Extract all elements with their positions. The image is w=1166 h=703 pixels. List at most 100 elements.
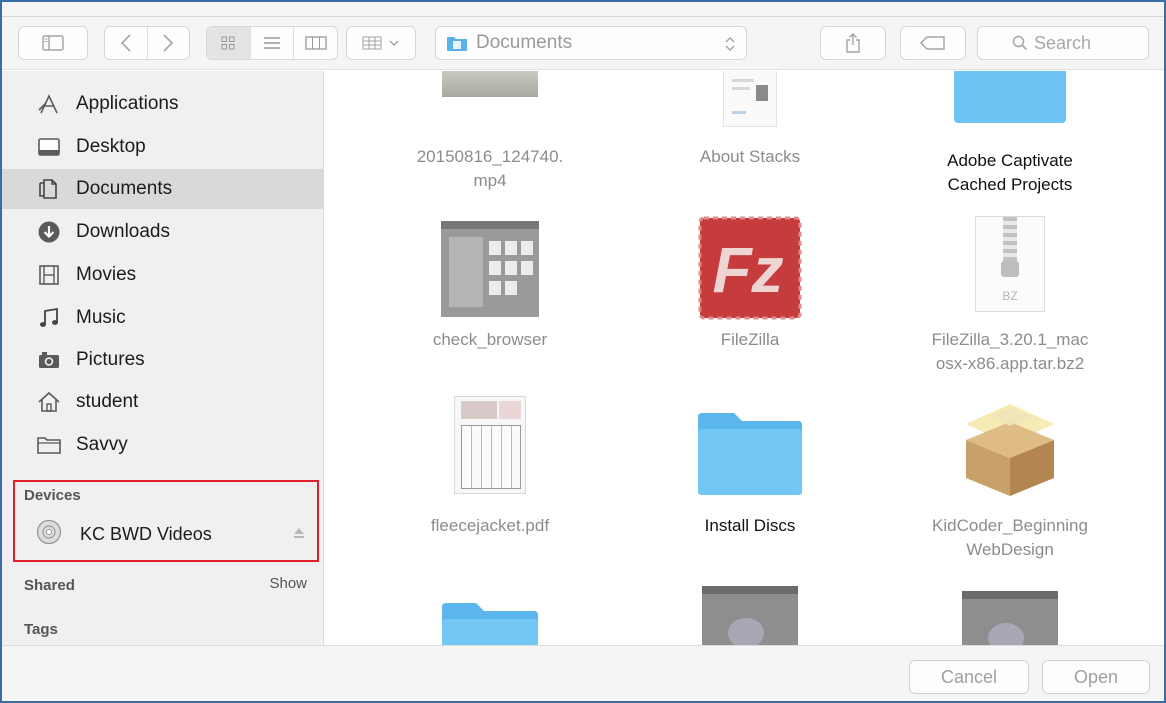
- video-thumbnail-icon: [650, 586, 850, 645]
- file-item[interactable]: Fz FileZilla: [650, 216, 850, 366]
- svg-text:Fz: Fz: [712, 234, 783, 306]
- sidebar-item-label: Downloads: [76, 221, 170, 242]
- zip-archive-icon: BZ: [910, 216, 1110, 312]
- grid-icon: [221, 36, 235, 50]
- file-name: fleecejacket.pdf: [430, 516, 550, 535]
- sidebar-item-student[interactable]: student: [2, 382, 324, 422]
- documents-folder-icon: [447, 37, 467, 51]
- list-icon: [264, 37, 280, 49]
- sidebar-item-label: Pictures: [76, 349, 145, 370]
- file-item[interactable]: [910, 591, 1110, 645]
- file-name: KidCoder_Beginning: [932, 516, 1088, 535]
- chevron-left-icon: [120, 34, 131, 52]
- shared-show-link[interactable]: Show: [269, 575, 307, 592]
- file-name: FileZilla: [720, 330, 780, 349]
- open-file-dialog: Documents Search Applications Desktop Do…: [0, 0, 1166, 703]
- file-item[interactable]: [650, 586, 850, 645]
- video-thumbnail-icon: [910, 591, 1110, 645]
- tag-icon: [920, 36, 945, 50]
- forward-button[interactable]: [148, 27, 190, 59]
- sidebar-item-label: student: [76, 391, 139, 412]
- column-view-button[interactable]: [294, 27, 337, 59]
- sidebar-toggle-button[interactable]: [18, 26, 88, 60]
- file-item[interactable]: Install Discs: [650, 396, 850, 546]
- disc-icon: [36, 519, 62, 550]
- file-item[interactable]: 20150816_124740. mp4: [390, 71, 590, 201]
- sidebar-item-label: Desktop: [76, 136, 146, 157]
- screenshot-thumbnail-icon: [390, 221, 590, 317]
- share-button[interactable]: [820, 26, 886, 60]
- file-item[interactable]: check_browser: [390, 216, 590, 366]
- device-label: KC BWD Videos: [80, 523, 212, 544]
- location-popup[interactable]: Documents: [435, 26, 747, 60]
- file-name: 20150816_124740.: [416, 147, 564, 166]
- tag-button[interactable]: [900, 26, 966, 60]
- search-input[interactable]: [1034, 32, 1114, 54]
- sidebar-item-music[interactable]: Music: [2, 298, 324, 338]
- back-forward-group: [104, 26, 190, 60]
- cancel-button[interactable]: Cancel: [909, 660, 1029, 694]
- sidebar-icon: [42, 35, 64, 51]
- search-field[interactable]: [977, 26, 1149, 60]
- sidebar-item-kc-bwd-videos[interactable]: KC BWD Videos: [36, 517, 316, 551]
- desktop-icon: [36, 135, 62, 159]
- dialog-footer: Cancel Open: [2, 645, 1164, 701]
- sidebar-item-label: Savvy: [76, 434, 128, 455]
- sidebar-item-label: Movies: [76, 264, 137, 285]
- installer-package-icon: [910, 396, 1110, 500]
- file-name-cont: Cached Projects: [947, 175, 1073, 194]
- tags-heading: Tags: [24, 621, 58, 638]
- columns-icon: [305, 36, 327, 50]
- file-name-cont: mp4: [473, 171, 507, 190]
- folder-icon: [910, 71, 1110, 123]
- file-item[interactable]: About Stacks: [650, 71, 850, 201]
- pictures-icon: [36, 348, 62, 372]
- file-name: check_browser: [432, 330, 548, 349]
- file-name-cont: osx-x86.app.tar.bz2: [935, 354, 1085, 373]
- eject-button[interactable]: [292, 524, 306, 545]
- list-view-button[interactable]: [251, 27, 295, 59]
- sidebar-item-applications[interactable]: Applications: [2, 84, 324, 124]
- folder-icon: [390, 601, 590, 645]
- icon-view-button[interactable]: [207, 27, 251, 59]
- folder-icon: [650, 411, 850, 497]
- open-button[interactable]: Open: [1042, 660, 1150, 694]
- sidebar-item-desktop[interactable]: Desktop: [2, 127, 324, 167]
- file-item[interactable]: fleecejacket.pdf: [390, 396, 590, 546]
- chevron-down-icon: [389, 40, 399, 47]
- sidebar-item-label: Music: [76, 307, 126, 328]
- file-item[interactable]: Adobe Captivate Cached Projects: [910, 71, 1110, 201]
- toolbar-divider: [2, 16, 1164, 17]
- location-label: Documents: [476, 32, 573, 53]
- sidebar-item-documents[interactable]: Documents: [2, 169, 324, 209]
- document-thumbnail-icon: [650, 71, 850, 127]
- file-item[interactable]: [390, 591, 590, 645]
- share-icon: [846, 33, 860, 53]
- downloads-icon: [36, 220, 62, 244]
- toolbar: Documents: [2, 2, 1164, 70]
- back-button[interactable]: [105, 27, 148, 59]
- arrange-button[interactable]: [346, 26, 416, 60]
- updown-chevron-icon: [725, 36, 735, 52]
- sidebar-item-savvy[interactable]: Savvy: [2, 425, 324, 465]
- filezilla-app-icon: Fz: [650, 216, 850, 320]
- pdf-thumbnail-icon: [390, 396, 590, 494]
- file-item[interactable]: BZ FileZilla_3.20.1_mac osx-x86.app.tar.…: [910, 216, 1110, 386]
- file-name: Adobe Captivate: [947, 151, 1073, 170]
- home-icon: [36, 390, 62, 414]
- movies-icon: [36, 263, 62, 287]
- shared-heading: Shared: [24, 577, 75, 594]
- sidebar-item-label: Documents: [76, 178, 173, 199]
- sidebar-item-label: Applications: [76, 93, 179, 114]
- file-name-cont: WebDesign: [966, 540, 1054, 559]
- file-name: FileZilla_3.20.1_mac: [931, 330, 1089, 349]
- archive-badge: BZ: [1002, 289, 1018, 303]
- sidebar-item-movies[interactable]: Movies: [2, 255, 324, 295]
- sidebar-item-pictures[interactable]: Pictures: [2, 340, 324, 380]
- arrange-grid-icon: [362, 36, 382, 50]
- applications-icon: [36, 92, 62, 116]
- chevron-right-icon: [163, 34, 174, 52]
- file-item[interactable]: KidCoder_Beginning WebDesign: [910, 396, 1110, 566]
- video-thumbnail-icon: [390, 71, 590, 97]
- sidebar-item-downloads[interactable]: Downloads: [2, 212, 324, 252]
